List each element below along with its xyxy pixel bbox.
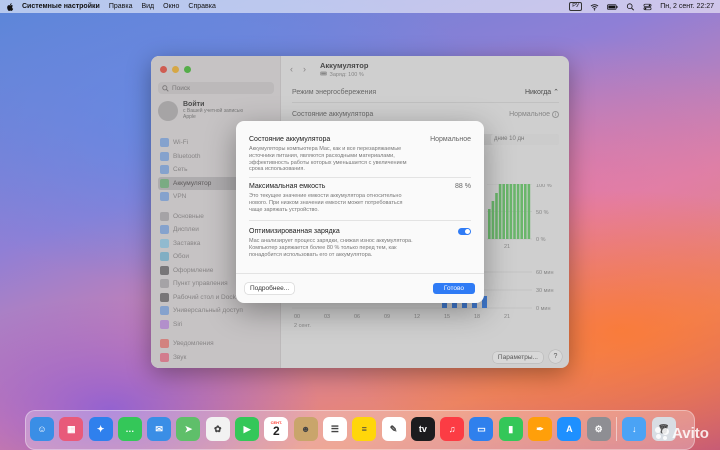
dock-icons: ☺▦✦…✉➤✿▶СЕНТ.2☻☰≡✎tv♫▭▮✒A⚙↓🗑 bbox=[30, 417, 676, 441]
battery-condition-value: Нормальное bbox=[430, 136, 471, 143]
divider bbox=[249, 220, 471, 221]
search-icon[interactable] bbox=[626, 2, 635, 11]
dock-app-tv-icon[interactable]: tv bbox=[410, 417, 435, 441]
dock-app-numbers-icon[interactable]: ▮ bbox=[498, 417, 523, 441]
menu-help[interactable]: Справка bbox=[188, 3, 215, 10]
dock-app-glyph: ⚙ bbox=[594, 423, 603, 434]
dock-app-glyph: ↓ bbox=[631, 424, 637, 434]
dock-app-glyph: ▭ bbox=[477, 423, 486, 434]
menu-app-name[interactable]: Системные настройки bbox=[22, 3, 100, 10]
avito-watermark: Avito bbox=[655, 425, 709, 442]
calendar-day: 2 bbox=[273, 424, 280, 438]
dock-app-facetime-icon[interactable]: ▶ bbox=[235, 417, 260, 441]
dock-app-pages-icon[interactable]: ✒ bbox=[528, 417, 553, 441]
clock[interactable]: Пн, 2 сент. 22:27 bbox=[660, 3, 714, 10]
section-title: Состояние аккумулятора bbox=[249, 136, 331, 143]
dock-app-glyph: … bbox=[125, 424, 135, 434]
dock-app-glyph: ✦ bbox=[96, 423, 105, 434]
dock-app-glyph: ✎ bbox=[389, 423, 398, 434]
menu-bar: Системные настройки Правка Вид Окно Спра… bbox=[0, 0, 720, 13]
dock-app-glyph: ☺ bbox=[37, 424, 47, 434]
dock-app-maps-icon[interactable]: ➤ bbox=[176, 417, 201, 441]
section-description: Mac анализирует процесс зарядки, снижая … bbox=[249, 238, 413, 258]
dock-app-glyph: tv bbox=[418, 424, 427, 434]
dock-app-calendar-icon[interactable]: СЕНТ. 2 bbox=[264, 417, 289, 441]
section-title: Максимальная емкость bbox=[249, 183, 326, 190]
dock-app-glyph: ≡ bbox=[361, 424, 367, 434]
dock-separator bbox=[615, 417, 617, 441]
dock-app-music-icon[interactable]: ♫ bbox=[440, 417, 465, 441]
dock-app-reminders-icon[interactable]: ☰ bbox=[322, 417, 347, 441]
dock-app-glyph: ➤ bbox=[184, 423, 193, 434]
max-capacity-value: 88 % bbox=[455, 183, 471, 190]
dock-app-glyph: ▶ bbox=[243, 423, 251, 434]
avito-logo-icon bbox=[655, 426, 669, 441]
section-title: Оптимизированная зарядка bbox=[249, 228, 340, 235]
divider bbox=[249, 177, 471, 178]
menu-window[interactable]: Окно bbox=[163, 3, 179, 10]
dock-app-glyph: A bbox=[566, 424, 573, 434]
battery-health-sheet: Состояние аккумулятора Нормальное Аккуму… bbox=[236, 121, 484, 303]
menu-edit[interactable]: Правка bbox=[109, 3, 133, 10]
dock-app-glyph: ✒ bbox=[536, 423, 544, 434]
wifi-icon[interactable] bbox=[590, 3, 599, 11]
dock-app-glyph: ▮ bbox=[508, 423, 514, 434]
dock-app-photos-icon[interactable]: ✿ bbox=[205, 417, 230, 441]
dock-app-mail-icon[interactable]: ✉ bbox=[147, 417, 172, 441]
max-capacity-section: Максимальная емкость 88 % Это текущее зн… bbox=[249, 183, 471, 213]
avito-wordmark: Avito bbox=[672, 425, 709, 442]
apple-menu-icon[interactable] bbox=[6, 2, 14, 11]
battery-condition-section: Состояние аккумулятора Нормальное Аккуму… bbox=[249, 136, 471, 173]
more-info-button[interactable]: Подробнее... bbox=[245, 283, 295, 294]
dock-app-glyph: ☰ bbox=[330, 423, 339, 434]
dock-app-keynote-icon[interactable]: ▭ bbox=[469, 417, 494, 441]
dock-app-glyph: ✿ bbox=[214, 423, 222, 434]
input-source-badge[interactable]: РУ bbox=[569, 2, 583, 11]
dock-app-safari-icon[interactable]: ✦ bbox=[88, 417, 113, 441]
section-description: Это текущее значение емкости аккумулятор… bbox=[249, 193, 403, 213]
optimized-charging-toggle[interactable] bbox=[458, 228, 471, 235]
done-button[interactable]: Готово bbox=[432, 283, 475, 294]
dock-app-downloads-icon[interactable]: ↓ bbox=[622, 417, 647, 441]
dock-app-contacts-icon[interactable]: ☻ bbox=[293, 417, 318, 441]
dock-app-freeform-icon[interactable]: ✎ bbox=[381, 417, 406, 441]
dock-app-glyph: ☻ bbox=[300, 424, 311, 434]
dock-app-launchpad-icon[interactable]: ▦ bbox=[59, 417, 84, 441]
dock-app-notes-icon[interactable]: ≡ bbox=[352, 417, 377, 441]
dock-app-app-store-icon[interactable]: A bbox=[557, 417, 582, 441]
section-description: Аккумуляторы компьютера Mac, как и все п… bbox=[249, 146, 407, 173]
dock-app-glyph: ✉ bbox=[155, 423, 163, 434]
dock-app-glyph: ▦ bbox=[67, 423, 76, 434]
battery-icon[interactable] bbox=[607, 3, 618, 11]
dock-app-system-settings-icon[interactable]: ⚙ bbox=[586, 417, 611, 441]
optimized-charging-section: Оптимизированная зарядка Mac анализирует… bbox=[249, 228, 471, 258]
dock-app-glyph: ♫ bbox=[448, 424, 456, 434]
sheet-footer: Подробнее... Готово bbox=[236, 273, 484, 303]
control-center-icon[interactable] bbox=[643, 3, 652, 11]
dock-app-messages-icon[interactable]: … bbox=[117, 417, 142, 441]
menu-view[interactable]: Вид bbox=[141, 3, 154, 10]
dock-app-finder-icon[interactable]: ☺ bbox=[30, 417, 54, 441]
dock: ☺▦✦…✉➤✿▶СЕНТ.2☻☰≡✎tv♫▭▮✒A⚙↓🗑 bbox=[25, 410, 695, 450]
